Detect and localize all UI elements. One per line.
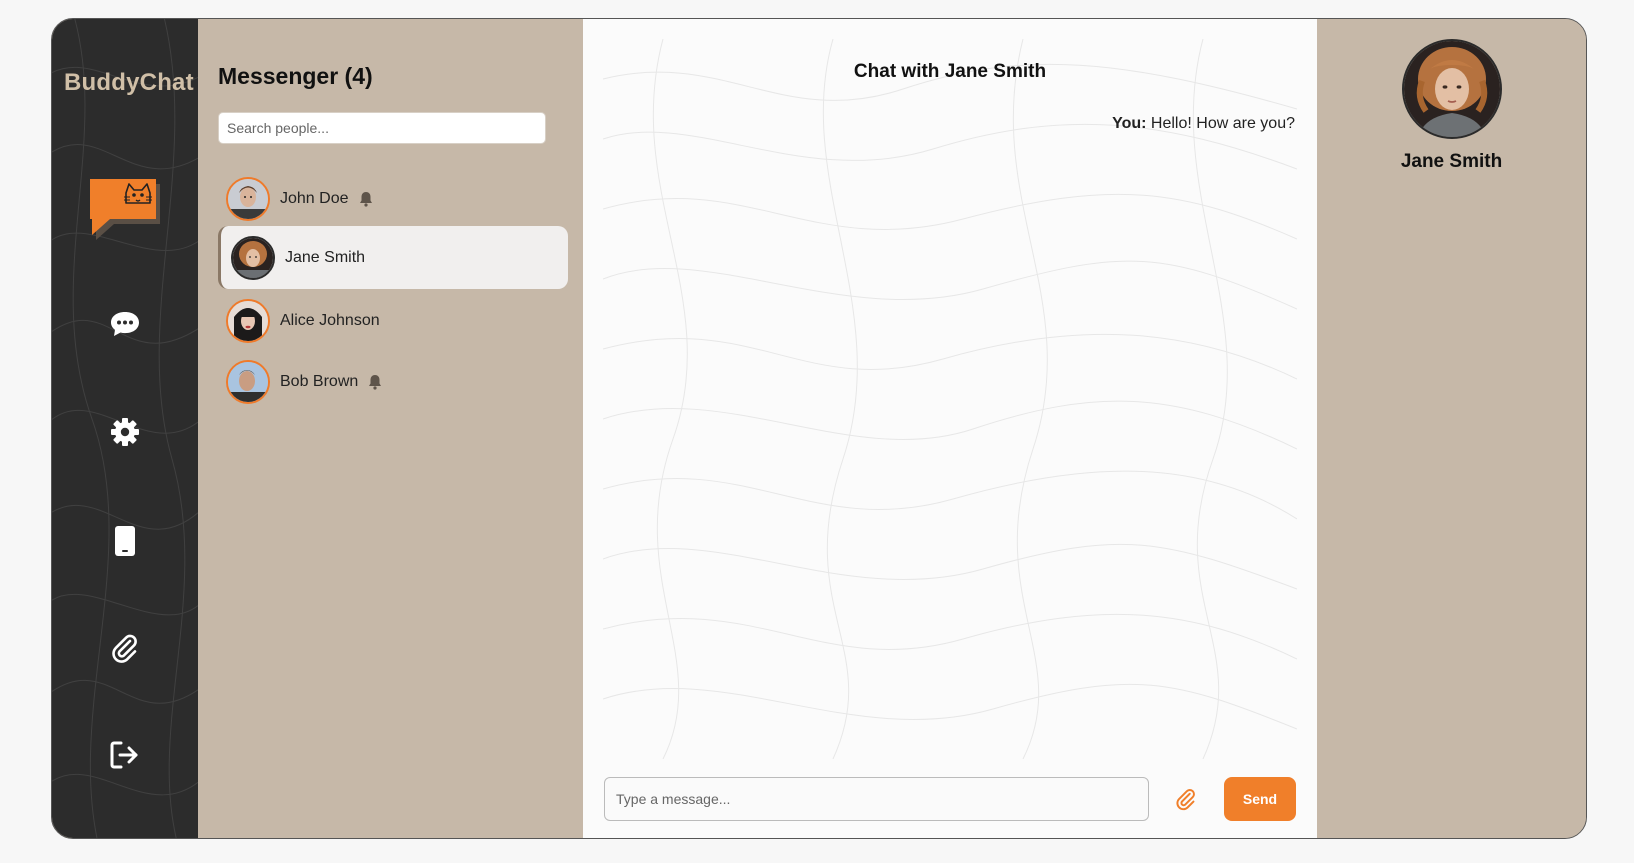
chat-bubble-icon[interactable] xyxy=(105,304,145,344)
attach-file-icon[interactable] xyxy=(1172,785,1200,813)
chat-background-pattern xyxy=(603,39,1297,759)
contact-name: John Doe xyxy=(280,189,349,207)
contact-name: Bob Brown xyxy=(280,372,359,390)
contact-bob-brown[interactable]: Bob Brown xyxy=(218,350,568,413)
avatar xyxy=(226,176,270,221)
chat-panel: Chat with Jane Smith You: Hello! How are… xyxy=(583,19,1317,838)
message-text: Hello! How are you? xyxy=(1150,115,1295,132)
bell-icon xyxy=(368,374,382,390)
profile-avatar xyxy=(1401,39,1502,139)
logout-icon[interactable] xyxy=(105,735,145,775)
bell-icon xyxy=(359,191,373,207)
contact-name: Alice Johnson xyxy=(280,311,380,329)
avatar xyxy=(226,298,270,343)
contact-jane-smith[interactable]: Jane Smith xyxy=(218,226,568,289)
avatar xyxy=(231,235,275,280)
message-input[interactable] xyxy=(604,777,1149,821)
message-sender: You: xyxy=(1112,115,1147,132)
cat-chat-logo xyxy=(90,179,160,240)
contact-alice-johnson[interactable]: Alice Johnson xyxy=(218,289,568,352)
profile-name: Jane Smith xyxy=(1400,151,1503,172)
messenger-panel: Messenger (4) John Doe xyxy=(198,19,583,838)
nav-rail: BuddyChat xyxy=(52,19,198,838)
search-people-input[interactable] xyxy=(218,112,546,144)
chat-message: You: Hello! How are you? xyxy=(1112,115,1295,133)
send-button[interactable]: Send xyxy=(1224,777,1296,821)
brand-name: BuddyChat xyxy=(64,69,194,96)
messenger-title: Messenger (4) xyxy=(218,63,373,89)
mobile-device-icon[interactable] xyxy=(105,521,145,561)
profile-panel: Jane Smith xyxy=(1317,19,1586,838)
paperclip-icon[interactable] xyxy=(105,628,145,668)
avatar xyxy=(226,359,270,404)
gear-icon[interactable] xyxy=(105,412,145,452)
contact-john-doe[interactable]: John Doe xyxy=(218,167,568,230)
app-window: BuddyChat Messenger (4) Search people...… xyxy=(51,18,1587,839)
contact-name: Jane Smith xyxy=(285,248,366,266)
chat-title: Chat with Jane Smith xyxy=(853,61,1047,82)
